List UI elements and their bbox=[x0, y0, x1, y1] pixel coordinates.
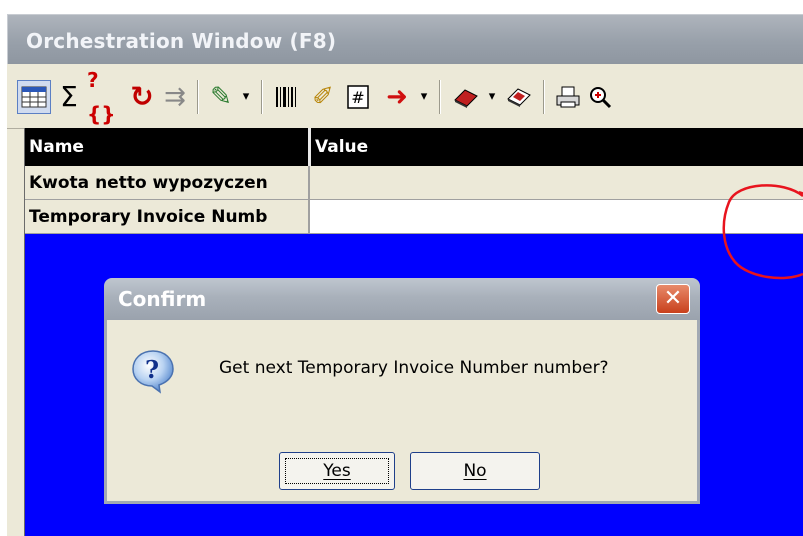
dialog-title: Confirm bbox=[118, 287, 207, 311]
column-header-value[interactable]: Value bbox=[311, 128, 803, 166]
barcode-icon[interactable] bbox=[271, 80, 301, 114]
table-row[interactable]: Kwota netto wypozyczen bbox=[25, 166, 803, 200]
table-row[interactable]: Temporary Invoice Numb ... bbox=[25, 200, 803, 234]
zoom-icon[interactable] bbox=[587, 80, 613, 114]
question-icon: ? bbox=[132, 350, 174, 394]
window-titlebar[interactable]: Orchestration Window (F8) bbox=[7, 14, 803, 65]
yes-button[interactable]: Yes bbox=[279, 452, 395, 490]
svg-text:?: ? bbox=[145, 355, 159, 384]
edit-document-icon[interactable]: ✎ bbox=[205, 80, 237, 114]
erase-alt-icon[interactable] bbox=[503, 80, 535, 114]
eraser-icon[interactable] bbox=[450, 80, 482, 114]
toolbar-separator bbox=[439, 80, 441, 114]
no-button[interactable]: No bbox=[410, 452, 540, 490]
toolbar: Σ ?{} ↻ ⇉ ✎ ▾ ✐ # ➜ ▾ ▾ bbox=[7, 64, 803, 129]
dialog-titlebar[interactable]: Confirm ✕ bbox=[104, 278, 700, 320]
refresh-icon[interactable]: ↻ bbox=[127, 80, 157, 114]
grid-header: Name Value bbox=[25, 128, 803, 166]
dialog-message: Get next Temporary Invoice Number number… bbox=[219, 358, 609, 378]
toolbar-separator bbox=[197, 80, 199, 114]
red-circle-annotation bbox=[722, 184, 803, 280]
no-button-label: No bbox=[463, 461, 487, 481]
print-icon[interactable] bbox=[552, 80, 584, 114]
number-field-icon[interactable]: # bbox=[343, 80, 373, 114]
align-icon[interactable]: ⇉ bbox=[160, 80, 190, 114]
column-header-name[interactable]: Name bbox=[25, 128, 308, 166]
confirm-dialog: Confirm ✕ ? Get next Temporary Invoice N… bbox=[104, 278, 700, 504]
sum-icon[interactable]: Σ bbox=[55, 80, 83, 114]
row-name: Kwota netto wypozyczen bbox=[25, 166, 308, 200]
toolbar-separator bbox=[261, 80, 263, 114]
toolbar-separator bbox=[543, 80, 545, 114]
window-title: Orchestration Window (F8) bbox=[26, 29, 337, 53]
chevron-down-icon[interactable]: ▾ bbox=[485, 80, 499, 114]
focus-rectangle bbox=[285, 458, 389, 484]
row-name: Temporary Invoice Numb bbox=[25, 200, 308, 234]
svg-text:#: # bbox=[351, 88, 364, 107]
chevron-down-icon[interactable]: ▾ bbox=[417, 80, 431, 114]
dialog-body: ? Get next Temporary Invoice Number numb… bbox=[104, 320, 700, 504]
brush-icon[interactable]: ✐ bbox=[307, 80, 339, 114]
close-icon[interactable]: ✕ bbox=[656, 284, 690, 314]
query-braces-icon[interactable]: ?{} bbox=[87, 68, 125, 126]
chevron-down-icon[interactable]: ▾ bbox=[239, 80, 253, 114]
grid-view-icon[interactable] bbox=[17, 80, 51, 114]
arrow-right-icon[interactable]: ➜ bbox=[379, 80, 415, 114]
